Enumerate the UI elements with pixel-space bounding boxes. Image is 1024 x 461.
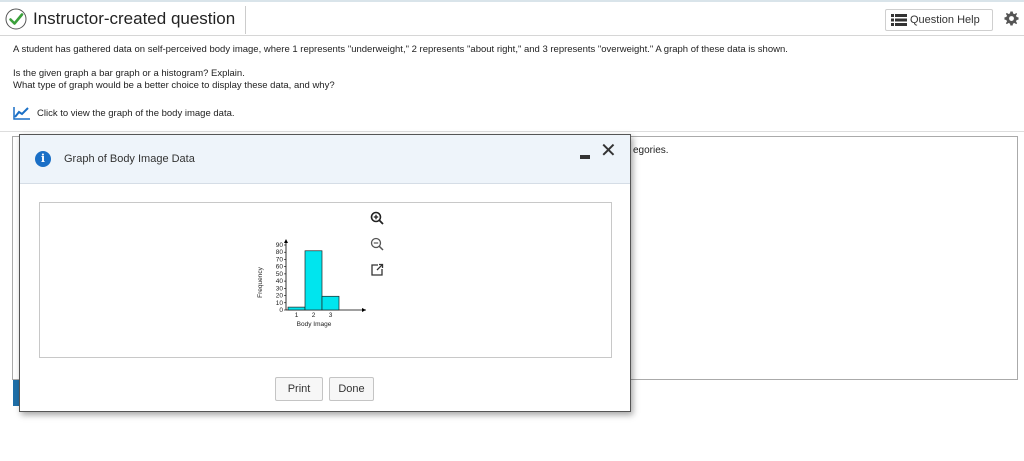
info-icon: i	[35, 151, 51, 167]
y-tick-label: 20	[276, 293, 284, 300]
x-axis-arrow	[362, 308, 366, 312]
graph-dialog: i Graph of Body Image Data ✕ 0 10 20 30 40 50…	[19, 134, 631, 412]
close-button[interactable]: ✕	[600, 141, 617, 161]
dialog-header: i Graph of Body Image Data ✕	[20, 135, 630, 184]
question-header: Instructor-created question Question Hel…	[0, 2, 1024, 36]
done-button[interactable]: Done	[329, 377, 374, 401]
view-graph-link[interactable]: Click to view the graph of the body imag…	[13, 106, 235, 120]
question-help-button[interactable]: Question Help	[885, 9, 993, 31]
y-axis-arrow	[284, 239, 288, 243]
dialog-title: Graph of Body Image Data	[64, 153, 195, 165]
question-part-1: Is the given graph a bar graph or a hist…	[13, 68, 245, 79]
y-tick-label: 90	[276, 242, 284, 249]
y-tick-label: 80	[276, 249, 284, 256]
answer-text: egories.	[633, 145, 669, 156]
x-tick-label: 2	[312, 312, 316, 319]
x-tick-label: 3	[329, 312, 333, 319]
divider	[245, 6, 246, 34]
pop-out-icon[interactable]	[370, 263, 384, 277]
y-tick-label: 50	[276, 271, 284, 278]
question-part-2: What type of graph would be a better cho…	[13, 80, 335, 91]
view-graph-link-label: Click to view the graph of the body imag…	[37, 107, 235, 119]
y-tick-label: 0	[279, 307, 283, 314]
y-tick-label: 10	[276, 300, 284, 307]
y-axis-label: Frequency	[257, 266, 264, 297]
frequency-chart: 0102030405060708090 1 2 3 Body Image Frequenc…	[257, 239, 366, 328]
y-tick-label: 40	[276, 278, 284, 285]
bar-2	[304, 250, 323, 311]
minimize-button[interactable]	[580, 155, 590, 159]
y-tick-label: 60	[276, 264, 284, 271]
list-icon	[891, 14, 907, 26]
page-title: Instructor-created question	[33, 9, 236, 28]
bar-1	[287, 306, 306, 311]
graph-panel: 0 10 20 30 40 50 60 70 80 90 1 2 3 Body Image Frequenc…	[39, 202, 612, 358]
x-axis-label: Body Image	[297, 321, 332, 328]
bar-3	[321, 295, 340, 311]
print-button[interactable]: Print	[275, 377, 323, 401]
zoom-in-icon[interactable]	[370, 211, 384, 225]
divider	[0, 131, 1024, 132]
x-tick-label: 1	[295, 312, 299, 319]
zoom-out-icon[interactable]	[370, 237, 384, 251]
line-chart-icon	[13, 107, 30, 120]
question-help-label: Question Help	[910, 14, 980, 26]
y-tick-label: 30	[276, 285, 284, 292]
check-icon	[5, 8, 27, 30]
y-tick-label: 70	[276, 256, 284, 263]
question-text: A student has gathered data on self-perc…	[13, 44, 788, 55]
gear-icon[interactable]	[1004, 11, 1019, 26]
